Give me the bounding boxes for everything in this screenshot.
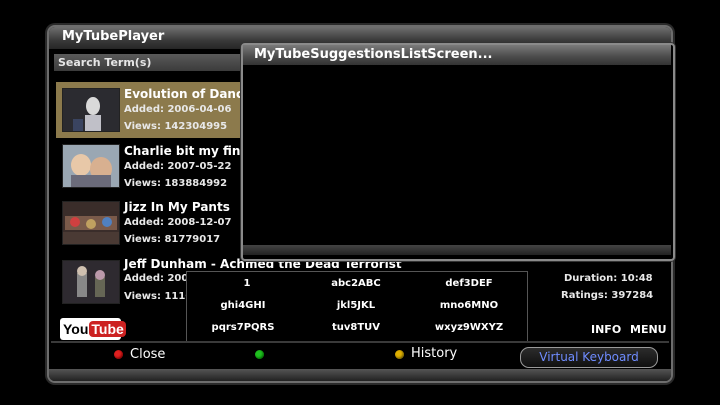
- video-added: Added: 2006-04-06: [124, 104, 232, 115]
- video-views: Views: 183884992: [124, 178, 228, 189]
- thumbnail-image-icon: [63, 89, 119, 131]
- video-title: Jizz In My Pants: [124, 200, 230, 214]
- key-jkl5[interactable]: jkl5JKL: [306, 300, 406, 311]
- video-added: Added: 2007-05-22: [124, 161, 232, 172]
- video-thumbnail: [62, 88, 120, 132]
- list-item[interactable]: Jizz In My Pants Added: 2008-12-07 Views…: [56, 196, 246, 252]
- key-wxyz9[interactable]: wxyz9WXYZ: [419, 322, 519, 333]
- video-title: Evolution of Dance: [124, 87, 252, 101]
- video-views: Views: 81779017: [124, 234, 221, 245]
- thumbnail-image-icon: [63, 261, 119, 303]
- thumbnail-image-icon: [63, 202, 119, 244]
- red-button-icon[interactable]: [114, 350, 123, 359]
- history-button[interactable]: History: [411, 346, 457, 361]
- video-thumbnail: [62, 144, 120, 188]
- app-title: MyTubePlayer: [62, 29, 165, 44]
- info-button[interactable]: INFO: [591, 323, 621, 336]
- suggestions-window: [241, 43, 675, 261]
- divider: [51, 341, 669, 343]
- key-abc2[interactable]: abc2ABC: [306, 278, 406, 289]
- key-mno6[interactable]: mno6MNO: [419, 300, 519, 311]
- list-item-selected[interactable]: Evolution of Dance Added: 2006-04-06 Vie…: [56, 82, 251, 138]
- video-thumbnail: [62, 201, 120, 245]
- key-pqrs7[interactable]: pqrs7PQRS: [193, 322, 293, 333]
- virtual-keyboard: 1 abc2ABC def3DEF ghi4GHI jkl5JKL mno6MN…: [186, 271, 528, 343]
- video-thumbnail: [62, 260, 120, 304]
- search-label: Search Term(s): [58, 56, 152, 69]
- bottom-frame: [49, 369, 671, 381]
- close-button[interactable]: Close: [130, 347, 165, 362]
- video-views: Views: 142304995: [124, 121, 228, 132]
- green-button-icon[interactable]: [255, 350, 264, 359]
- suggestions-title: MyTubeSuggestionsListScreen...: [254, 47, 493, 62]
- ratings-label: Ratings: 397284: [561, 290, 654, 301]
- yellow-button-icon[interactable]: [395, 350, 404, 359]
- key-def3[interactable]: def3DEF: [419, 278, 519, 289]
- duration-label: Duration: 10:48: [564, 273, 653, 284]
- list-item[interactable]: Charlie bit my finge Added: 2007-05-22 V…: [56, 139, 257, 195]
- menu-button[interactable]: MENU: [630, 323, 667, 336]
- key-ghi4[interactable]: ghi4GHI: [193, 300, 293, 311]
- key-1[interactable]: 1: [197, 278, 297, 289]
- virtual-keyboard-button[interactable]: Virtual Keyboard: [520, 347, 658, 368]
- logo-tube: Tube: [89, 321, 126, 337]
- video-added: Added: 2007: [124, 273, 196, 284]
- video-title: Charlie bit my finge: [124, 144, 258, 158]
- thumbnail-image-icon: [63, 145, 119, 187]
- key-tuv8[interactable]: tuv8TUV: [306, 322, 406, 333]
- video-added: Added: 2008-12-07: [124, 217, 232, 228]
- logo-you: You: [63, 321, 89, 337]
- suggestions-bottom-bar: [243, 245, 671, 255]
- youtube-logo: You Tube: [60, 318, 126, 340]
